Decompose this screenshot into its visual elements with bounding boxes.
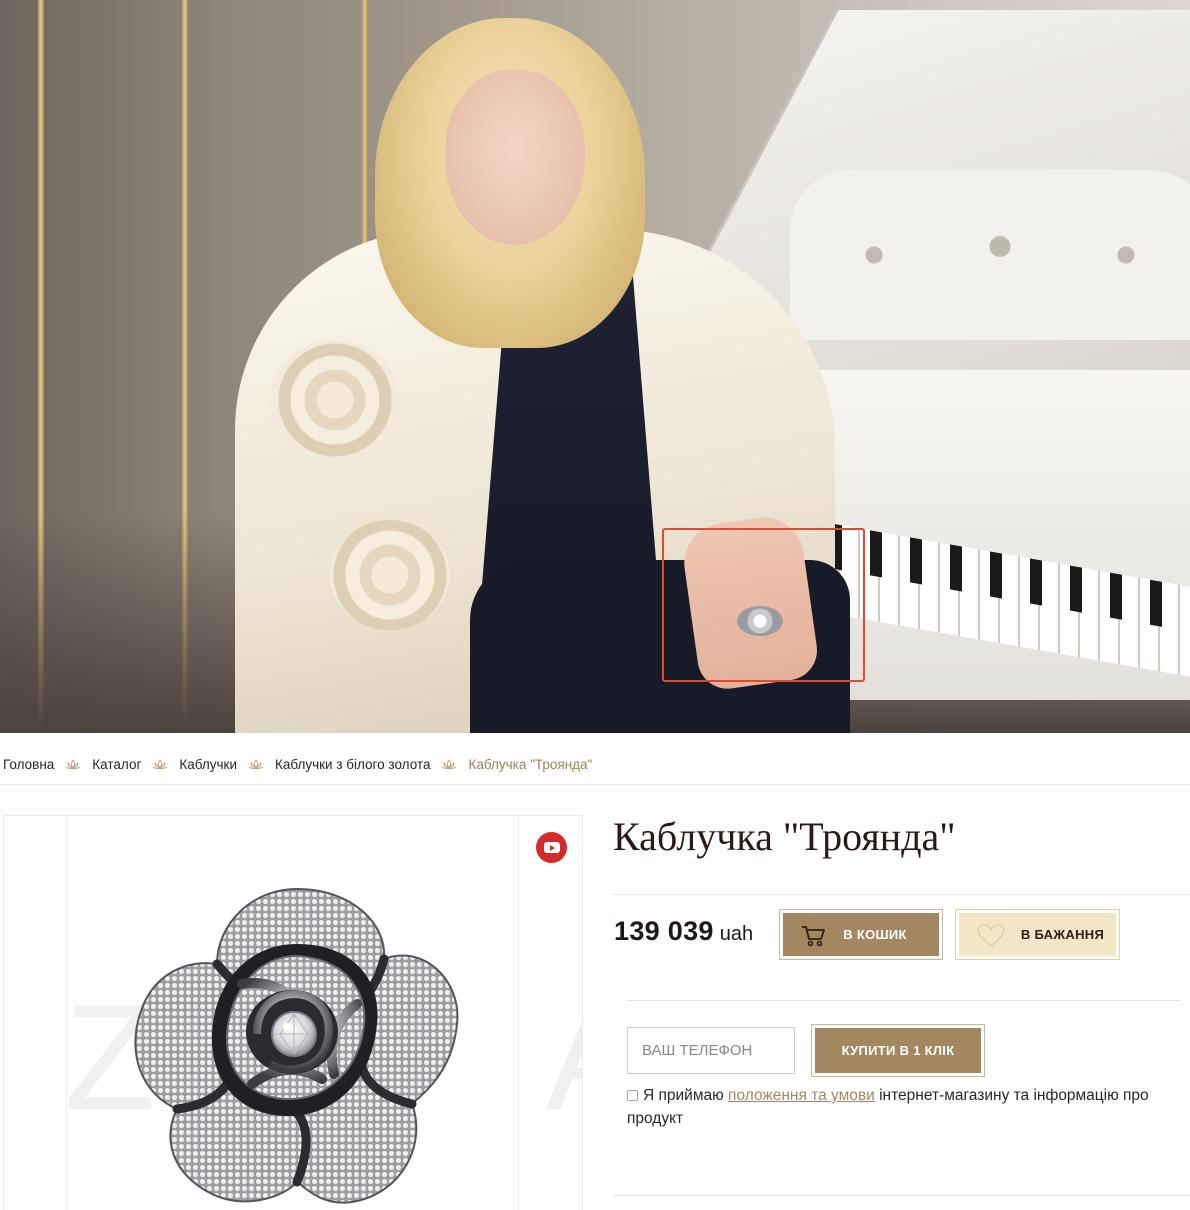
terms-link[interactable]: положення та умови (728, 1087, 875, 1104)
breadcrumb: Головна Каталог Каблучки Каблучки з біло… (0, 744, 1190, 785)
breadcrumb-current: Каблучка "Троянда" (468, 756, 593, 772)
product-image-gallery[interactable]: Z A (3, 815, 583, 1210)
price-currency: uah (719, 923, 754, 945)
rose-sleeve-decoration (270, 340, 400, 460)
buy-one-click-button[interactable]: Купити в 1 клік (811, 1024, 985, 1077)
add-to-cart-button[interactable]: В кошик (779, 909, 943, 960)
lotus-icon (441, 759, 457, 769)
hero-photo (0, 0, 1190, 733)
breadcrumb-rings[interactable]: Каблучки (179, 757, 237, 772)
piano-music-stand (790, 170, 1190, 340)
lotus-icon (65, 759, 81, 769)
ring-highlight-box (662, 528, 865, 682)
model-face (445, 70, 585, 245)
divider (627, 1000, 1180, 1001)
terms-checkbox[interactable] (627, 1090, 638, 1101)
divider (613, 1195, 1190, 1196)
divider (613, 894, 1190, 895)
rose-sleeve-decoration (330, 520, 450, 630)
buy-one-click-label: Купити в 1 клік (841, 1043, 955, 1058)
terms-agreement: Я приймаю положення та умови інтернет-ма… (627, 1084, 1182, 1130)
product-price: 139 039 uah (614, 916, 753, 947)
breadcrumb-white-gold-rings[interactable]: Каблучки з білого золота (275, 757, 430, 772)
lotus-icon (248, 759, 264, 769)
add-to-wishlist-button[interactable]: В бажання (955, 909, 1120, 960)
add-to-cart-label: В кошик (843, 927, 907, 942)
cart-icon (802, 926, 825, 947)
product-title: Каблучка "Троянда" (613, 814, 956, 859)
product-ring-image (134, 887, 459, 1204)
breadcrumb-home[interactable]: Головна (3, 757, 54, 772)
add-to-wishlist-label: В бажання (1020, 927, 1105, 942)
phone-input[interactable] (627, 1027, 795, 1074)
price-value: 139 039 (614, 916, 714, 946)
youtube-icon[interactable] (536, 832, 567, 863)
heart-icon (977, 924, 1005, 947)
breadcrumb-catalog[interactable]: Каталог (92, 757, 141, 772)
lotus-icon (152, 759, 168, 769)
terms-prefix: Я приймаю (643, 1087, 724, 1104)
